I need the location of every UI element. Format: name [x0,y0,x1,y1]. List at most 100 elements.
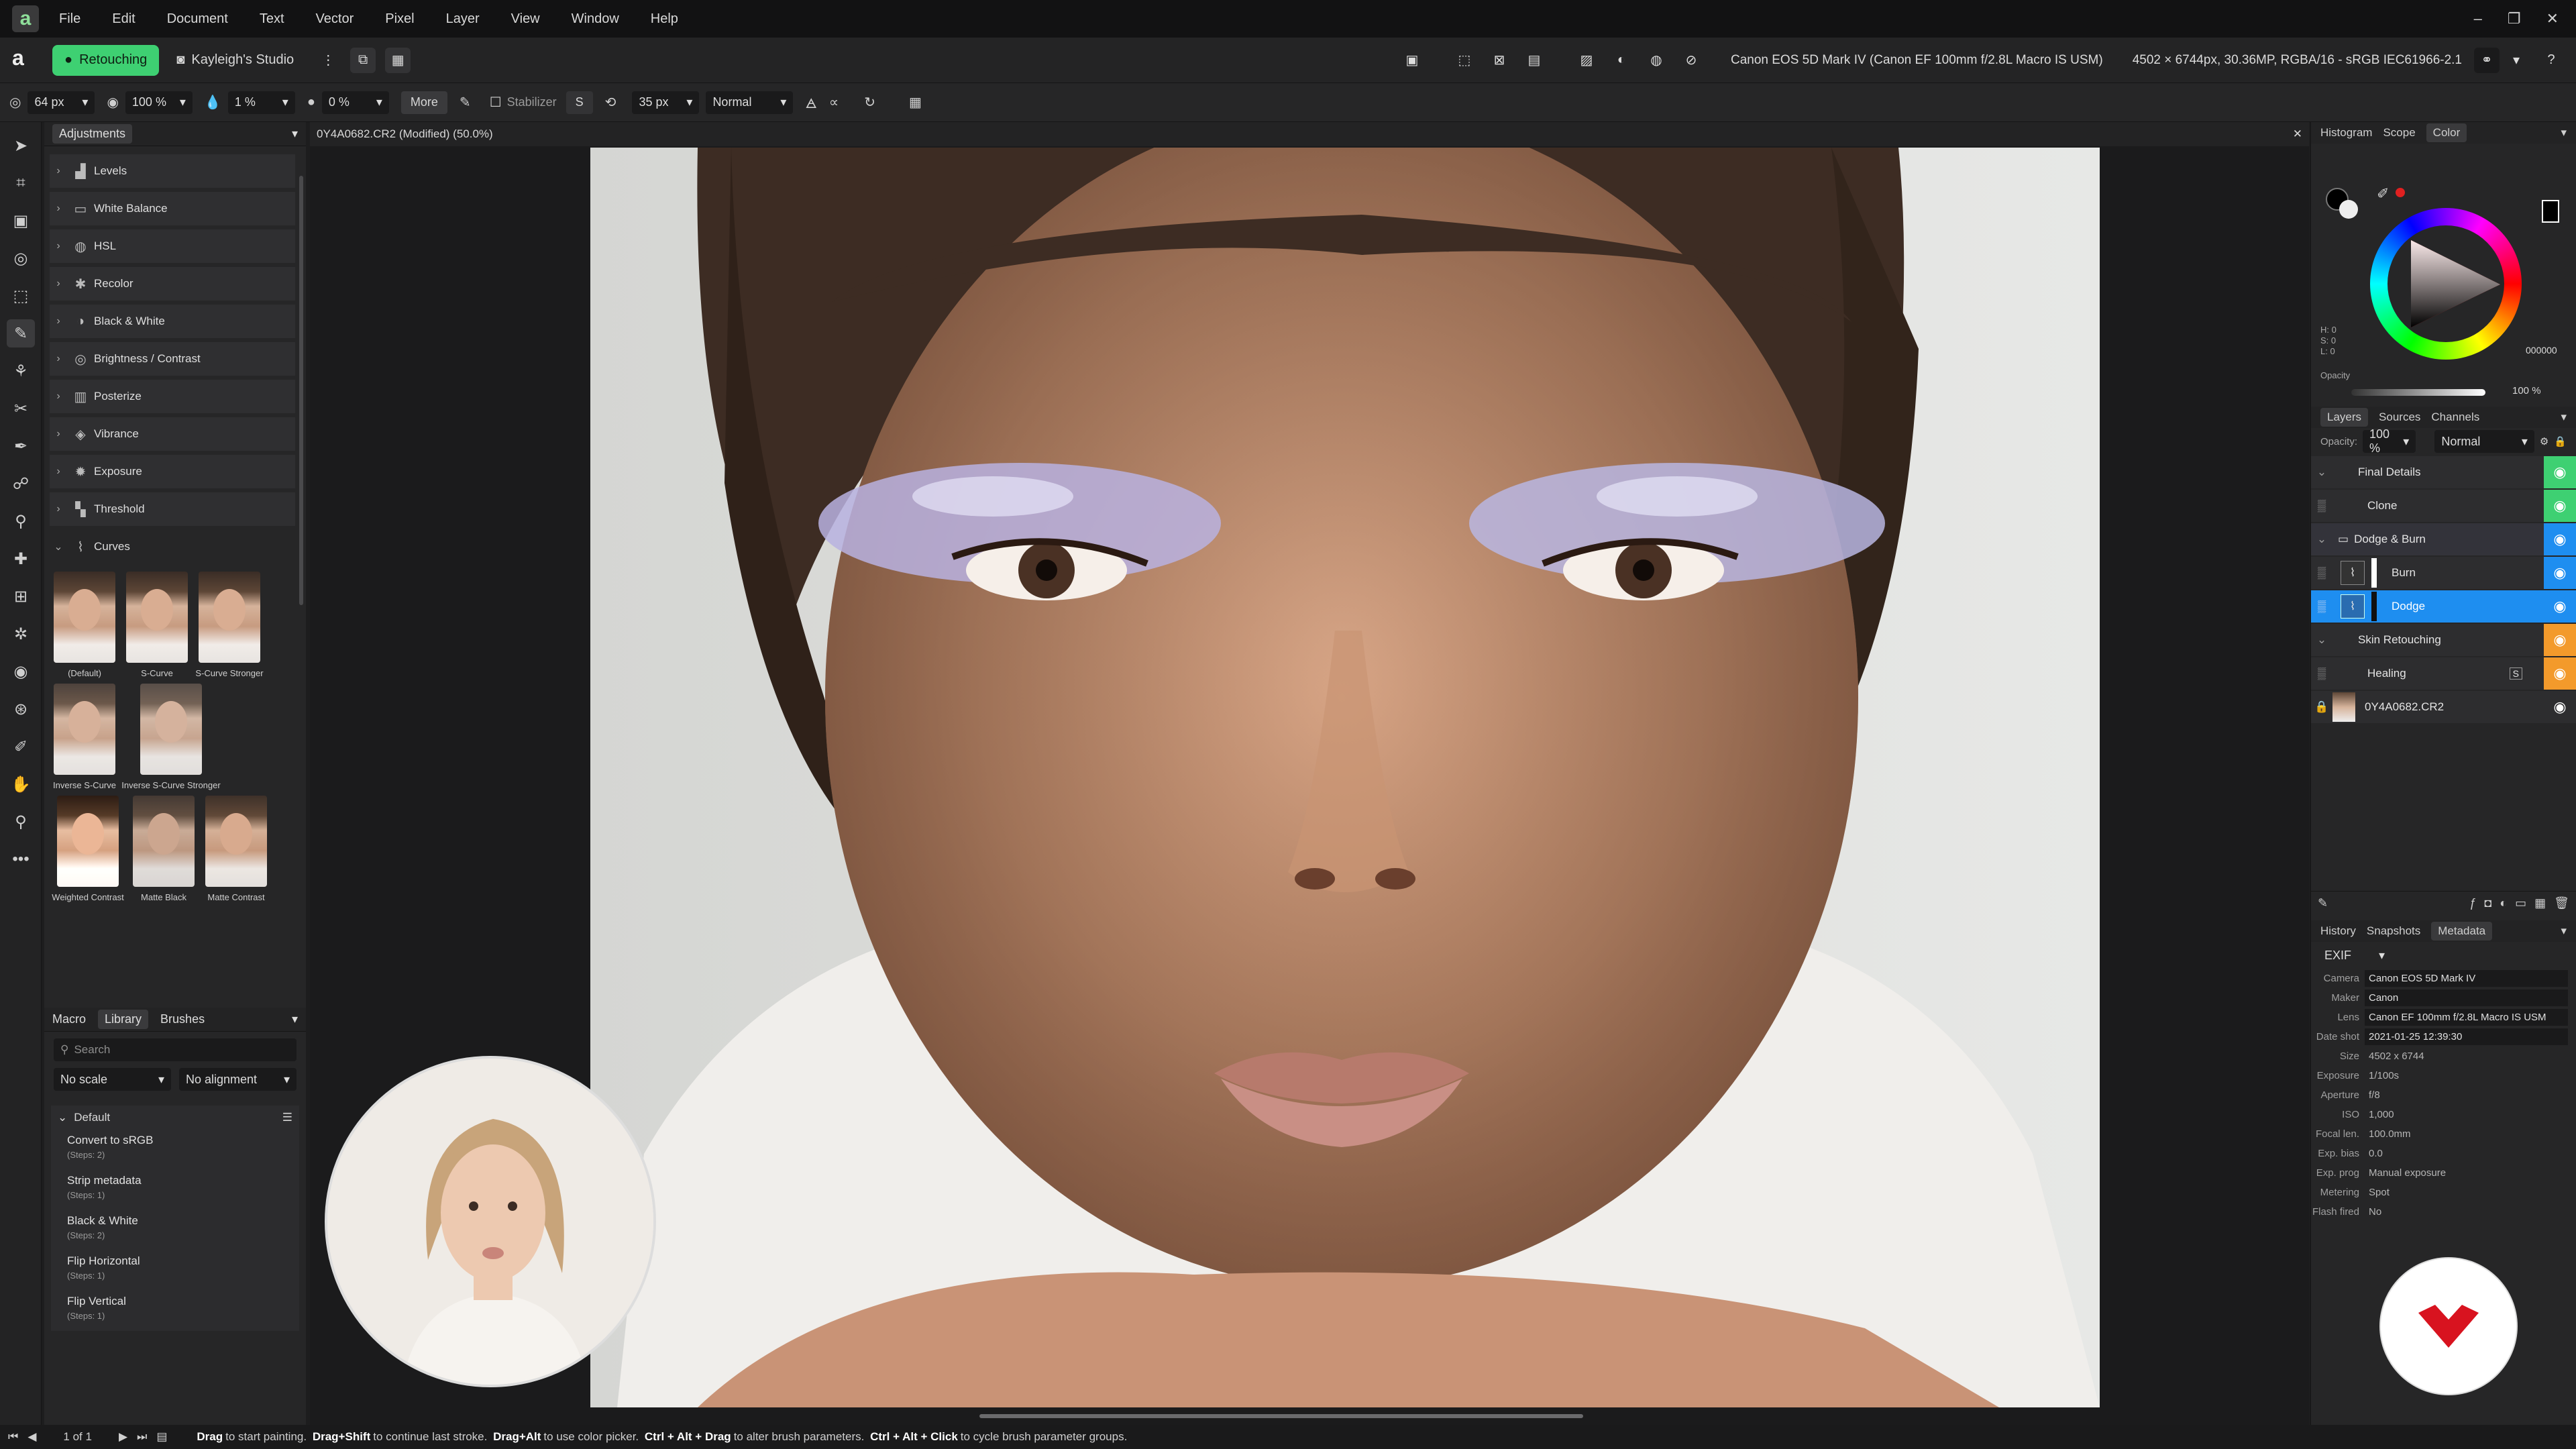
tab-layers[interactable]: Layers [2320,408,2369,427]
minimize-icon[interactable]: – [2474,10,2482,28]
pixel-add-icon[interactable]: ▦ [2534,896,2546,910]
eye-icon[interactable]: ◉ [2544,523,2576,555]
width-field[interactable]: 64 px ▾ [28,91,95,114]
chevron-down-icon[interactable]: ▾ [2504,48,2529,73]
adjustment-threshold[interactable]: › ▚ Threshold [50,492,295,526]
menu-file[interactable]: File [59,11,80,27]
eyedropper-icon[interactable]: ✐ [2377,185,2389,203]
lock-icon[interactable]: 🔒 [2554,435,2567,447]
tab-sources[interactable]: Sources [2379,411,2420,424]
image-icon[interactable]: ▨ [1574,48,1599,73]
menu-edit[interactable]: Edit [112,11,135,27]
smudge-tool-icon[interactable]: ☍ [7,470,35,498]
color-triangle[interactable] [2387,225,2504,342]
window-mode-icon[interactable]: ⟲ [605,94,616,111]
menu-help[interactable]: Help [651,11,678,27]
panel-menu-icon[interactable]: ▾ [292,127,298,141]
adjustments-scrollbar[interactable] [299,176,303,605]
brush-target-icon[interactable]: ◎ [9,94,21,111]
list-menu-icon[interactable]: ☰ [282,1111,292,1124]
dodge-tool-icon[interactable]: ⚘ [7,357,35,385]
tab-scope[interactable]: Scope [2383,126,2415,140]
eye-icon[interactable]: ◉ [2544,590,2576,623]
next-page-icon[interactable]: ▶ [119,1430,127,1444]
more-button[interactable]: More [400,91,447,114]
menu-vector[interactable]: Vector [316,11,354,27]
photo-canvas[interactable] [590,148,2100,1407]
link-icon[interactable]: ⚭ [2474,47,2500,73]
restore-icon[interactable]: ❐ [2508,10,2521,28]
eye-icon[interactable]: ◉ [2544,456,2576,488]
select-all-icon[interactable]: ⬚ [1452,48,1477,73]
blemish-tool-icon[interactable]: ✲ [7,620,35,648]
layer-opacity-field[interactable]: 100 % ▾ [2363,427,2416,455]
globe-icon[interactable]: ◍ [1644,48,1669,73]
layer-skin-retouching[interactable]: ⌄ Skin Retouching ◉ [2311,624,2576,656]
library-search-input[interactable]: ⚲ Search [54,1038,297,1061]
panel-menu-icon[interactable]: ▾ [2561,411,2567,424]
layer-dodge[interactable]: ▒ ⌇ Dodge ◉ [2311,590,2576,623]
tab-histogram[interactable]: Histogram [2320,126,2372,140]
patch-tool-icon[interactable]: ⊞ [7,582,35,610]
crop-tool-icon[interactable]: ⌗ [7,169,35,197]
eye-icon[interactable]: ◉ [2544,557,2576,589]
group-add-icon[interactable]: ▭ [2515,896,2526,910]
tab-metadata[interactable]: Metadata [2431,922,2493,941]
layer-final-details[interactable]: ⌄ Final Details ◉ [2311,456,2576,488]
preset-s-curve-stronger[interactable]: S-Curve Stronger [193,572,266,678]
rope-mode-icon[interactable]: S [566,91,593,114]
clone-tool-icon[interactable]: ✂ [7,394,35,423]
prev-page-icon[interactable]: ◀ [28,1430,36,1444]
hardness-field[interactable]: 0 % ▾ [321,91,389,114]
macro-item[interactable]: Convert to sRGB (Steps: 2) [51,1130,299,1170]
tab-color[interactable]: Color [2426,123,2467,142]
pressure-icon[interactable]: 🜁 [805,89,816,116]
layer-blend-select[interactable]: Normal ▾ [2434,430,2534,453]
hex-value[interactable]: 000000 [2526,345,2557,356]
eye-icon[interactable]: ◉ [2544,657,2576,690]
metadata-value[interactable]: Canon EOS 5D Mark IV [2365,970,2568,987]
layer-dodge-burn[interactable]: ⌄ ▭ Dodge & Burn ◉ [2311,523,2576,555]
page-options-icon[interactable]: ▤ [156,1430,167,1444]
preset-default[interactable]: (Default) [48,572,121,678]
adjustment-white-balance[interactable]: › ▭ White Balance [50,192,295,225]
scale-select[interactable]: No scale ▾ [54,1068,171,1091]
help-icon[interactable]: ? [2538,48,2564,73]
preset-matte-black[interactable]: Matte Black [127,796,200,902]
delete-icon[interactable]: 🗑 [2554,896,2569,910]
fill-swatch[interactable] [2542,200,2559,223]
panel-menu-icon[interactable]: ▾ [2561,126,2567,140]
panel-menu-icon[interactable]: ▾ [2561,924,2567,938]
menu-document[interactable]: Document [167,11,228,27]
metadata-value[interactable]: 2021-01-25 12:39:30 [2365,1028,2568,1045]
tab-history[interactable]: History [2320,924,2356,938]
flow-field[interactable]: 1 % ▾ [227,91,295,114]
adjustment-vibrance[interactable]: › ◈ Vibrance [50,417,295,451]
tab-brushes[interactable]: Brushes [160,1012,205,1026]
brush-grid-icon[interactable]: ▦ [909,94,922,111]
adjustment-recolor[interactable]: › ✱ Recolor [50,267,295,301]
studio-retouching-button[interactable]: ● Retouching [52,44,160,76]
preset-inverse-s-curve-stronger[interactable]: Inverse S-Curve Stronger [121,684,221,790]
menu-pixel[interactable]: Pixel [385,11,414,27]
move-tool-icon[interactable]: ➤ [7,131,35,160]
marquee-tool-icon[interactable]: ⬚ [7,282,35,310]
adjustment-posterize[interactable]: › ▥ Posterize [50,380,295,413]
menu-window[interactable]: Window [572,11,619,27]
layer-clone[interactable]: ▒ Clone ◉ [2311,490,2576,522]
panel-menu-icon[interactable]: ▾ [292,1012,298,1026]
opacity-field[interactable]: 100 % ▾ [125,91,193,114]
menu-view[interactable]: View [511,11,540,27]
more-studios-icon[interactable]: ⋮ [315,48,341,73]
adjustment-levels[interactable]: › ▟ Levels [50,154,295,188]
tab-macro[interactable]: Macro [52,1012,86,1026]
edit-layer-icon[interactable]: ✎ [2318,896,2328,910]
deselect-icon[interactable]: ⊠ [1487,48,1512,73]
fx-badge[interactable]: S [2509,667,2522,680]
close-document-icon[interactable]: ✕ [2293,127,2302,141]
gear-icon[interactable]: ⚙ [2540,435,2548,447]
invert-selection-icon[interactable]: ▤ [1521,48,1547,73]
tab-snapshots[interactable]: Snapshots [2367,924,2420,938]
macro-item[interactable]: Flip Horizontal (Steps: 1) [51,1250,299,1291]
layer-burn[interactable]: ▒ ⌇ Burn ◉ [2311,557,2576,589]
